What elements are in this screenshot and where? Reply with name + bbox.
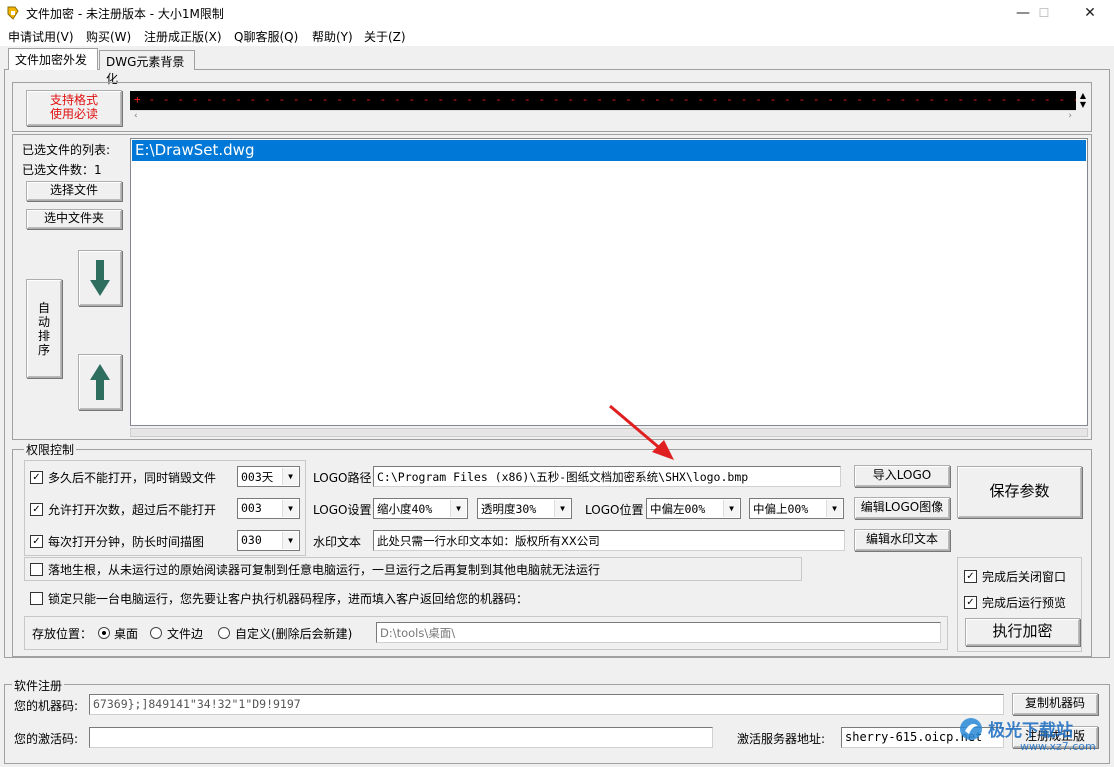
registration-group-title: 软件注册: [12, 677, 65, 694]
logo-settings-label: LOGO设置: [313, 503, 372, 517]
loc-desktop-radio[interactable]: [98, 627, 110, 639]
opt-root-checkbox[interactable]: [30, 563, 43, 576]
permission-group-title: 权限控制: [24, 441, 77, 458]
expire-days-select[interactable]: 003天 ▼: [237, 466, 300, 487]
move-up-button[interactable]: [78, 354, 122, 410]
select-files-button[interactable]: 选择文件: [26, 181, 122, 201]
preview-after-checkbox[interactable]: ✓: [964, 596, 977, 609]
opt-lock-label: 锁定只能一台电脑运行，您先要让客户执行机器码程序，进而填入客户返回给您的机器码：: [48, 592, 529, 606]
activation-code-label: 您的激活码:: [14, 732, 79, 746]
expire-days-value: 003天: [241, 470, 274, 484]
opt-open-count-checkbox[interactable]: ✓: [30, 503, 43, 516]
opt-root-label: 落地生根，从未运行过的原始阅读器可复制到任意电脑运行，一旦运行之后再复制到其他电…: [48, 563, 601, 577]
scroll-right-icon[interactable]: ›: [1068, 111, 1072, 121]
watermark-input[interactable]: 此处只需一行水印文本如：版权所有XX公司: [373, 530, 845, 551]
move-down-button[interactable]: [78, 250, 122, 306]
close-after-label: 完成后关闭窗口: [982, 570, 1067, 584]
close-button[interactable]: ✕: [1067, 0, 1113, 26]
close-after-checkbox[interactable]: ✓: [964, 570, 977, 583]
logo-opacity-select[interactable]: 透明度30% ▼: [477, 498, 572, 519]
edit-watermark-button[interactable]: 编辑水印文本: [854, 529, 950, 551]
banner-display: + - - - - - - - - - - - - - - - - - - - …: [130, 91, 1076, 110]
banner-spin-icon[interactable]: ▲ ▼: [1076, 91, 1090, 110]
opt-minutes-label: 每次打开分钟，防长时间描图: [48, 535, 205, 549]
loc-fileside-radio[interactable]: [150, 627, 162, 639]
menu-register[interactable]: 注册成正版(X): [144, 28, 222, 45]
server-address-input[interactable]: sherry-615.oicp.net: [841, 727, 1004, 748]
opt-open-count-label: 允许打开次数，超过后不能打开: [48, 503, 217, 517]
window-title: 文件加密 - 未注册版本 - 大小1M限制: [26, 7, 224, 21]
open-count-value: 003: [241, 501, 262, 515]
logo-pos-x-select[interactable]: 中偏左00% ▼: [646, 498, 741, 519]
menu-help[interactable]: 帮助(Y): [312, 28, 353, 45]
chevron-down-icon: ▼: [723, 500, 739, 517]
menu-trial[interactable]: 申请试用(V): [8, 28, 74, 45]
opt-minutes-checkbox[interactable]: ✓: [30, 535, 43, 548]
chevron-down-icon: ▼: [554, 500, 570, 517]
select-folder-button[interactable]: 选中文件夹: [26, 209, 122, 229]
loc-path-input[interactable]: D:\tools\桌面\: [376, 622, 941, 643]
app-icon: [5, 5, 21, 21]
watermark-label: 水印文本: [313, 535, 362, 549]
server-address-label: 激活服务器地址:: [737, 732, 826, 746]
opt-lock-checkbox[interactable]: [30, 592, 43, 605]
loc-fileside-label: 文件边: [167, 627, 204, 641]
chevron-down-icon: ▼: [282, 532, 298, 549]
banner-text: + - - - - - - - - - - - - - - - - - - - …: [134, 93, 1076, 106]
chevron-down-icon: ▼: [450, 500, 466, 517]
tab-file-encrypt[interactable]: 文件加密外发: [8, 48, 98, 70]
chevron-down-icon: ▼: [282, 468, 298, 485]
file-count-label: 已选文件数：1: [22, 163, 102, 177]
machine-code-label: 您的机器码:: [14, 699, 79, 713]
tab-dwg-background[interactable]: DWG元素背景化: [99, 50, 195, 86]
menu-support[interactable]: Q聊客服(Q): [234, 28, 298, 45]
run-encrypt-button[interactable]: 执行加密: [965, 618, 1080, 646]
arrow-down-icon: [90, 260, 110, 296]
logo-scale-select[interactable]: 缩小度40% ▼: [373, 498, 468, 519]
minutes-select[interactable]: 030 ▼: [237, 530, 300, 551]
register-button[interactable]: 注册成正版: [1012, 726, 1098, 748]
logo-path-input[interactable]: C:\Program Files (x86)\五秒-图纸文档加密系统\SHX\l…: [373, 466, 841, 487]
logo-position-label: LOGO位置: [585, 503, 644, 517]
file-list-label: 已选文件的列表:: [22, 143, 111, 157]
activation-code-input[interactable]: [89, 727, 713, 748]
chevron-down-icon: ▼: [826, 500, 842, 517]
logo-pos-y-select[interactable]: 中偏上00% ▼: [749, 498, 844, 519]
chevron-down-icon: ▼: [282, 500, 298, 517]
open-count-select[interactable]: 003 ▼: [237, 498, 300, 519]
save-params-button[interactable]: 保存参数: [957, 466, 1082, 518]
loc-custom-label: 自定义(删除后会新建): [235, 627, 353, 641]
file-list-item[interactable]: E:\DrawSet.dwg: [132, 140, 1086, 161]
file-listbox[interactable]: E:\DrawSet.dwg: [130, 138, 1088, 426]
opt-expire-checkbox[interactable]: ✓: [30, 471, 43, 484]
save-location-label: 存放位置：: [32, 627, 93, 641]
annotation-arrow-icon: [609, 404, 674, 460]
minutes-value: 030: [241, 533, 262, 547]
maximize-button[interactable]: ☐: [1021, 0, 1067, 26]
preview-after-label: 完成后运行预览: [982, 596, 1067, 610]
arrow-up-icon: [90, 364, 110, 400]
edit-logo-button[interactable]: 编辑LOGO图像: [854, 497, 950, 519]
logo-pos-x-value: 中偏左00%: [650, 502, 706, 516]
loc-custom-radio[interactable]: [218, 627, 230, 639]
opt-expire-label: 多久后不能打开，同时销毁文件: [48, 471, 217, 485]
logo-scale-value: 缩小度40%: [377, 502, 433, 516]
logo-pos-y-value: 中偏上00%: [753, 502, 809, 516]
banner-hscrollbar[interactable]: ‹ ›: [130, 110, 1076, 124]
auto-sort-button[interactable]: 自 动 排 序: [26, 279, 62, 378]
scroll-left-icon[interactable]: ‹: [134, 111, 138, 121]
import-logo-button[interactable]: 导入LOGO: [854, 465, 950, 487]
copy-machine-code-button[interactable]: 复制机器码: [1012, 693, 1098, 715]
logo-path-label: LOGO路径: [313, 471, 372, 485]
logo-opacity-value: 透明度30%: [481, 502, 537, 516]
menu-buy[interactable]: 购买(W): [86, 28, 131, 45]
loc-desktop-label: 桌面: [114, 627, 139, 641]
machine-code-input[interactable]: 67369};]849141"34!32"1"D9!9197: [89, 694, 1004, 715]
support-formats-button[interactable]: 支持格式 使用必读: [26, 90, 122, 126]
menu-about[interactable]: 关于(Z): [364, 28, 406, 45]
